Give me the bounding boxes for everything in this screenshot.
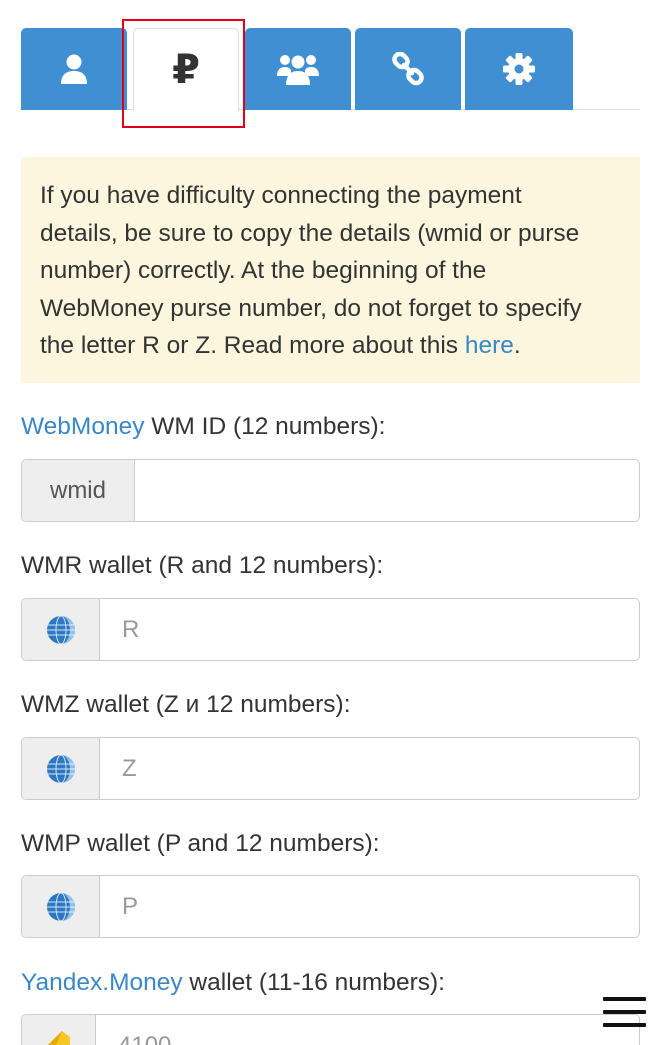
webmoney-globe-icon	[46, 754, 75, 783]
yandex-addon	[22, 1015, 96, 1045]
yandex-label-text: wallet (11-16 numbers):	[182, 969, 445, 996]
tab-links[interactable]	[355, 28, 461, 110]
wmr-input[interactable]	[100, 599, 639, 660]
link-icon	[392, 52, 424, 86]
user-icon	[61, 54, 87, 84]
wmr-addon	[22, 599, 100, 660]
wmid-addon: wmid	[22, 460, 135, 521]
wmz-input-group	[21, 737, 640, 800]
tab-referrals[interactable]	[245, 28, 351, 110]
wmp-input-group	[21, 875, 640, 938]
users-icon	[277, 55, 319, 85]
wmp-input[interactable]	[100, 876, 639, 937]
tab-bar: ₽	[21, 28, 640, 111]
wmz-addon	[22, 738, 100, 799]
wmr-input-group	[21, 598, 640, 661]
wmid-label-text: WM ID (12 numbers):	[144, 413, 386, 440]
alert-text: .	[513, 332, 521, 359]
wmp-label: WMP wallet (P and 12 numbers):	[21, 830, 380, 857]
tab-payment[interactable]: ₽	[133, 28, 239, 111]
read-more-link[interactable]: here	[465, 332, 514, 359]
yandex-input[interactable]	[96, 1015, 639, 1045]
ruble-icon: ₽	[172, 48, 200, 92]
hamburger-menu-icon[interactable]	[603, 997, 646, 1027]
yandex-money-link[interactable]: Yandex.Money	[21, 969, 183, 996]
wmp-addon	[22, 876, 100, 937]
page: ₽ If you have difficulty connecting the …	[0, 0, 663, 1045]
wmid-input-group: wmid	[21, 459, 640, 522]
alert-text: the letter R or Z. Read more about this	[40, 332, 465, 359]
gear-icon	[503, 53, 535, 85]
webmoney-globe-icon	[46, 892, 75, 921]
yandex-money-icon	[47, 1031, 70, 1045]
tab-profile[interactable]	[21, 28, 127, 110]
wmz-label: WMZ wallet (Z и 12 numbers):	[21, 691, 351, 718]
alert-line: the letter R or Z. Read more about this …	[40, 327, 621, 365]
wmid-input[interactable]	[135, 460, 639, 521]
alert-line: details, be sure to copy the details (wm…	[40, 219, 580, 247]
yandex-input-group	[21, 1014, 640, 1045]
wmz-input[interactable]	[100, 738, 639, 799]
alert-line: number) correctly. At the beginning of t…	[40, 257, 487, 284]
yandex-label: Yandex.Money wallet (11-16 numbers):	[21, 969, 445, 997]
alert-line: WebMoney purse number, do not forget to …	[40, 294, 582, 322]
wmr-label: WMR wallet (R and 12 numbers):	[21, 552, 384, 579]
tab-settings[interactable]	[465, 28, 573, 110]
webmoney-link[interactable]: WebMoney	[21, 413, 144, 440]
payment-details-alert: If you have difficulty connecting the pa…	[21, 157, 640, 383]
webmoney-globe-icon	[46, 615, 75, 644]
wmid-label: WebMoney WM ID (12 numbers):	[21, 413, 385, 441]
alert-line: If you have difficulty connecting the pa…	[40, 182, 522, 209]
